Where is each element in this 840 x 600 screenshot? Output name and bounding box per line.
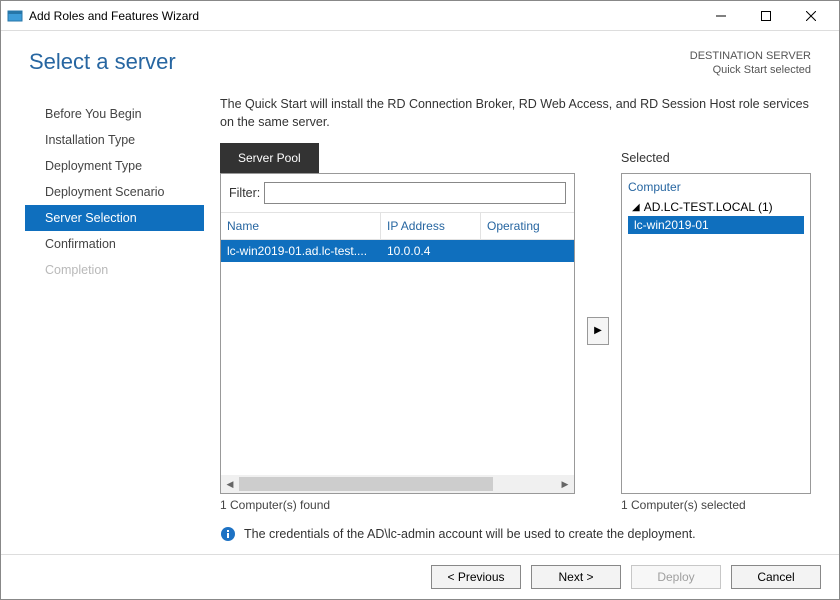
close-button[interactable] [788,1,833,31]
intro-text: The Quick Start will install the RD Conn… [220,95,811,131]
header: Select a server DESTINATION SERVER Quick… [1,31,839,83]
minimize-button[interactable] [698,1,743,31]
next-button[interactable]: Next > [531,565,621,589]
cell-name: lc-win2019-01.ad.lc-test.... [227,244,387,258]
tree-domain-node[interactable]: ◢ AD.LC-TEST.LOCAL (1) [628,200,804,214]
selected-tree: Computer ◢ AD.LC-TEST.LOCAL (1) lc-win20… [621,173,811,494]
destination-value: Quick Start selected [690,63,811,77]
previous-button[interactable]: < Previous [431,565,521,589]
tree-domain-label: AD.LC-TEST.LOCAL (1) [644,200,773,214]
horizontal-scrollbar[interactable]: ◀ ▶ [221,475,574,493]
found-status: 1 Computer(s) found [220,494,575,518]
filter-input[interactable] [264,182,566,204]
tree-header[interactable]: Computer [628,180,804,194]
window-title: Add Roles and Features Wizard [29,9,698,23]
filter-row: Filter: [221,174,574,212]
tab-server-pool[interactable]: Server Pool [220,143,319,173]
server-rows: lc-win2019-01.ad.lc-test.... 10.0.0.4 [221,240,574,475]
col-name[interactable]: Name [221,213,381,239]
cell-os [487,244,568,258]
chevron-right-icon: ▶ [594,325,602,336]
tree-leaf[interactable]: lc-win2019-01 [628,216,804,234]
nav-sidebar: Before You Begin Installation Type Deplo… [29,95,204,546]
destination-label: DESTINATION SERVER [690,49,811,63]
info-row: The credentials of the AD\lc-admin accou… [220,518,811,546]
maximize-button[interactable] [743,1,788,31]
server-pool-pane: Server Pool Filter: Name IP Address Oper… [220,143,575,518]
nav-item-deployment-type[interactable]: Deployment Type [29,153,204,179]
cancel-button[interactable]: Cancel [731,565,821,589]
server-split: Server Pool Filter: Name IP Address Oper… [220,143,811,518]
body: Before You Begin Installation Type Deplo… [1,83,839,554]
tabstrip: Server Pool [220,143,575,173]
info-icon [220,526,236,542]
selected-pane: Selected Computer ◢ AD.LC-TEST.LOCAL (1)… [621,143,811,518]
destination-block: DESTINATION SERVER Quick Start selected [690,49,811,77]
column-headers: Name IP Address Operating [221,212,574,240]
app-icon [7,8,23,24]
info-text: The credentials of the AD\lc-admin accou… [244,527,696,541]
nav-item-deployment-scenario[interactable]: Deployment Scenario [29,179,204,205]
nav-item-server-selection[interactable]: Server Selection [25,205,204,231]
footer: < Previous Next > Deploy Cancel [1,554,839,599]
wizard-window: Add Roles and Features Wizard Select a s… [0,0,840,600]
caret-down-icon: ◢ [632,202,640,213]
table-row[interactable]: lc-win2019-01.ad.lc-test.... 10.0.0.4 [221,240,574,262]
col-ip[interactable]: IP Address [381,213,481,239]
scroll-left-icon[interactable]: ◀ [221,475,239,493]
selected-label: Selected [621,143,811,173]
server-pool-box: Filter: Name IP Address Operating lc-win… [220,173,575,494]
filter-label: Filter: [229,186,260,200]
main-content: The Quick Start will install the RD Conn… [204,95,811,546]
page-title: Select a server [29,49,690,75]
nav-item-completion: Completion [29,257,204,283]
scroll-track[interactable] [239,475,556,493]
deploy-button: Deploy [631,565,721,589]
scroll-thumb[interactable] [239,477,493,491]
nav-item-confirmation[interactable]: Confirmation [29,231,204,257]
nav-item-installation-type[interactable]: Installation Type [29,127,204,153]
nav-item-before-you-begin[interactable]: Before You Begin [29,101,204,127]
selected-status: 1 Computer(s) selected [621,494,811,518]
cell-ip: 10.0.0.4 [387,244,487,258]
col-os[interactable]: Operating [481,213,574,239]
titlebar[interactable]: Add Roles and Features Wizard [1,1,839,31]
transfer-controls: ▶ [585,317,611,345]
scroll-right-icon[interactable]: ▶ [556,475,574,493]
add-selected-button[interactable]: ▶ [587,317,609,345]
